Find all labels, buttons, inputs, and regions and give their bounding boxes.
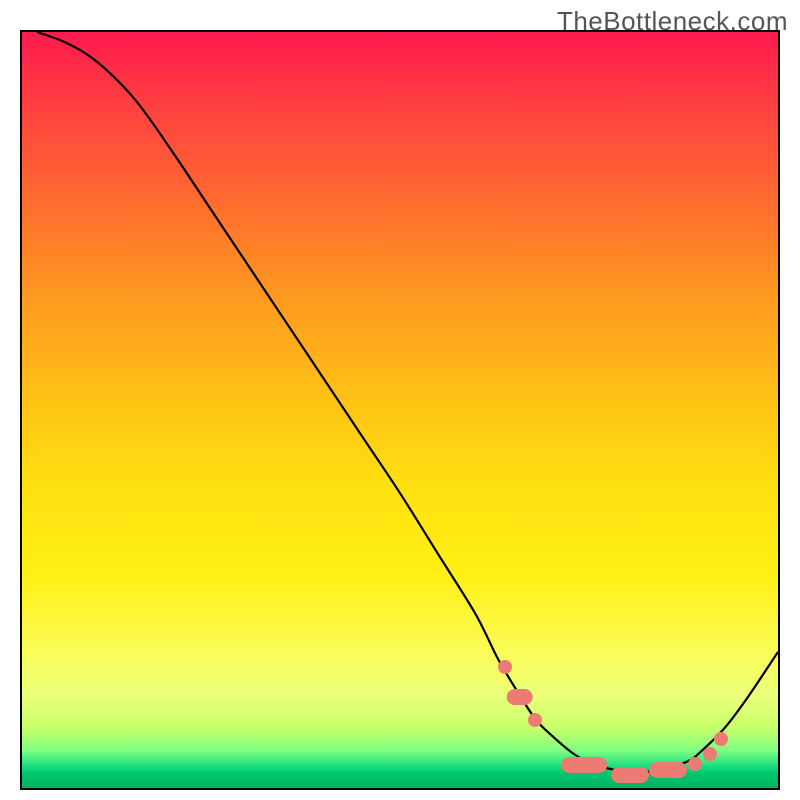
marker-blob: [649, 762, 687, 778]
marker-blob: [507, 689, 534, 705]
marker-blob: [611, 767, 649, 783]
marker-dot: [714, 732, 728, 746]
curve-layer: [22, 32, 778, 788]
marker-dot: [528, 713, 542, 727]
curve-line: [37, 32, 778, 772]
marker-dot: [498, 660, 512, 674]
marker-dot: [703, 747, 717, 761]
marker-dot: [688, 757, 702, 771]
chart-frame: TheBottleneck.com: [0, 0, 800, 800]
plot-area: [20, 30, 780, 790]
marker-blob: [562, 757, 608, 773]
